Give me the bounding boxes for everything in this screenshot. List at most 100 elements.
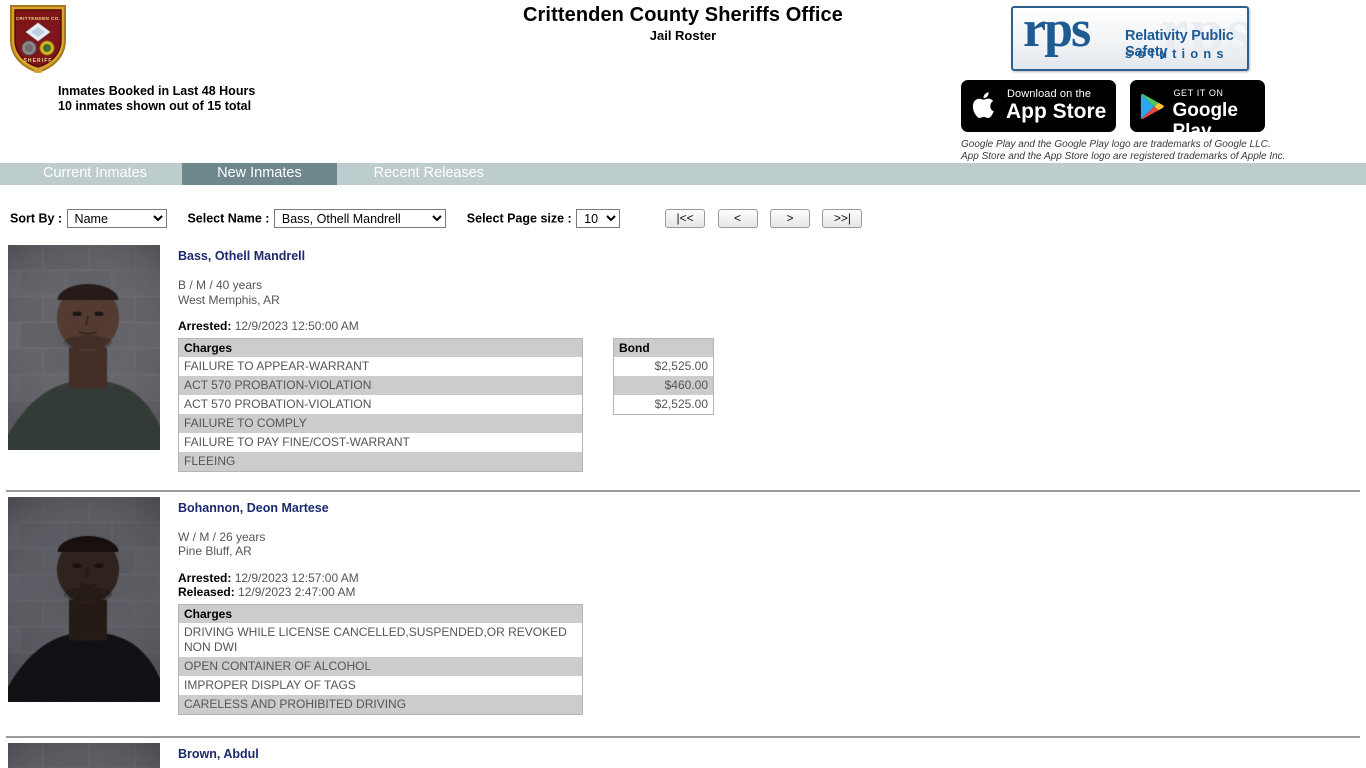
table-row: IMPROPER DISPLAY OF TAGS bbox=[178, 676, 583, 695]
select-name-select[interactable]: Bass, Othell Mandrell bbox=[273, 209, 446, 228]
inmate-city: Pine Bluff, AR bbox=[178, 544, 252, 558]
rps-logo: rps rps Relativity Public Safety solutio… bbox=[1011, 6, 1249, 71]
select-name-label: Select Name : bbox=[187, 211, 270, 226]
pagination-last-button[interactable]: >>| bbox=[822, 209, 863, 228]
table-row: CARELESS AND PROHIBITED DRIVING bbox=[178, 695, 583, 715]
charge-cell: FAILURE TO APPEAR-WARRANT bbox=[178, 357, 583, 376]
charge-cell: ACT 570 PROBATION-VIOLATION bbox=[178, 395, 583, 414]
tab-leading-spacer bbox=[0, 163, 8, 185]
arrested-date: Arrested: 12/9/2023 12:50:00 AM bbox=[178, 319, 359, 333]
inmate-dates: Arrested: 12/9/2023 12:50:00 AM bbox=[178, 319, 1366, 334]
store-badges: Download on the App Store GET IT ON Goog… bbox=[961, 80, 1266, 132]
record-body: Brown, AbdulB / M / 41 years bbox=[178, 743, 1366, 768]
charge-cell: DRIVING WHILE LICENSE CANCELLED,SUSPENDE… bbox=[178, 623, 583, 657]
record-inner: Brown, AbdulB / M / 41 years bbox=[0, 738, 1366, 768]
rps-tagline-secondary: solutions bbox=[1125, 46, 1229, 61]
sort-by-label: Sort By : bbox=[10, 211, 63, 226]
bond-table: Bond $2,525.00 $460.00 $2,525.00 bbox=[613, 337, 714, 415]
table-row: DRIVING WHILE LICENSE CANCELLED,SUSPENDE… bbox=[178, 623, 583, 657]
charges-bond-tables: Charges DRIVING WHILE LICENSE CANCELLED,S… bbox=[178, 603, 1366, 728]
charge-cell: CARELESS AND PROHIBITED DRIVING bbox=[178, 695, 583, 715]
charges-column-header: Charges bbox=[178, 604, 583, 623]
charge-cell: FLEEING bbox=[178, 452, 583, 472]
arrested-date: Arrested: 12/9/2023 12:57:00 AM bbox=[178, 570, 359, 585]
charges-table: Charges FAILURE TO APPEAR-WARRANT ACT 570 … bbox=[178, 337, 583, 472]
pagination-next-button[interactable]: > bbox=[769, 209, 810, 228]
app-store-button[interactable]: Download on the App Store bbox=[961, 80, 1116, 132]
google-play-icon bbox=[1141, 93, 1165, 120]
inmate-list: Bass, Othell Mandrell B / M / 40 years Wes… bbox=[0, 240, 1366, 768]
table-row: FAILURE TO PAY FINE/COST-WARRANT bbox=[178, 433, 583, 452]
pagination-prev-button[interactable]: < bbox=[717, 209, 758, 228]
inmate-demographics: B / M / 40 years West Memphis, AR bbox=[178, 278, 1366, 307]
table-row: FAILURE TO COMPLY bbox=[178, 414, 583, 433]
google-play-line1: GET IT ON bbox=[1173, 88, 1224, 98]
charge-cell: ACT 570 PROBATION-VIOLATION bbox=[178, 376, 583, 395]
booked-period-label: Inmates Booked in Last 48 Hours bbox=[58, 84, 256, 98]
bond-column-header: Bond bbox=[613, 338, 714, 357]
record-inner: Bohannon, Deon Martese W / M / 26 years Pi… bbox=[0, 492, 1366, 736]
sort-by-select[interactable]: Name bbox=[66, 209, 167, 228]
inmate-mugshot bbox=[8, 742, 160, 768]
table-header-row: Bond bbox=[613, 338, 714, 357]
released-date: Released: 12/9/2023 2:47:00 AM bbox=[178, 585, 356, 599]
inmate-mugshot bbox=[8, 496, 160, 702]
table-header-row: Charges bbox=[178, 604, 583, 623]
google-play-line2: Google Play bbox=[1172, 100, 1238, 132]
table-row: $2,525.00 bbox=[613, 395, 714, 415]
svg-text:CRITTENDEN CO.: CRITTENDEN CO. bbox=[16, 16, 61, 21]
inmate-record: Bass, Othell Mandrell B / M / 40 years Wes… bbox=[0, 240, 1366, 490]
controls-bar: Sort By : Name Select Name : Bass, Othel… bbox=[0, 206, 1366, 234]
bond-cell: $2,525.00 bbox=[613, 357, 714, 376]
tab-recent-releases[interactable]: Recent Releases bbox=[341, 163, 516, 185]
inmate-record: Brown, AbdulB / M / 41 years bbox=[0, 735, 1366, 768]
table-row: FLEEING bbox=[178, 452, 583, 472]
inmate-name-link[interactable]: Bohannon, Deon Martese bbox=[178, 500, 329, 516]
pagination-first-button[interactable]: |<< bbox=[665, 209, 706, 228]
record-inner: Bass, Othell Mandrell B / M / 40 years Wes… bbox=[0, 240, 1366, 490]
charges-column-header: Charges bbox=[178, 338, 583, 357]
bond-cell: $460.00 bbox=[613, 376, 714, 395]
table-row: FAILURE TO APPEAR-WARRANT bbox=[178, 357, 583, 376]
page-size-select[interactable]: 10 bbox=[576, 209, 621, 228]
inmate-race-sex-age: B / M / 40 years bbox=[178, 278, 263, 292]
charge-cell: FAILURE TO PAY FINE/COST-WARRANT bbox=[178, 433, 583, 452]
table-row: $2,525.00 bbox=[613, 357, 714, 376]
record-body: Bohannon, Deon Martese W / M / 26 years Pi… bbox=[178, 497, 1366, 728]
tab-new-inmates[interactable]: New Inmates bbox=[181, 163, 337, 185]
inmate-city: West Memphis, AR bbox=[178, 292, 280, 307]
page-size-label: Select Page size : bbox=[466, 211, 572, 226]
trademark-notice: Google Play and the Google Play logo are… bbox=[961, 139, 1285, 162]
charge-cell: OPEN CONTAINER OF ALCOHOL bbox=[178, 657, 583, 676]
table-row: ACT 570 PROBATION-VIOLATION bbox=[178, 395, 583, 414]
table-row: $460.00 bbox=[613, 376, 714, 395]
app-store-line2: App Store bbox=[1006, 100, 1107, 123]
app-store-line1: Download on the bbox=[1007, 88, 1092, 100]
table-header-row: Charges bbox=[178, 338, 583, 357]
charge-cell: IMPROPER DISPLAY OF TAGS bbox=[178, 676, 583, 695]
table-row: OPEN CONTAINER OF ALCOHOL bbox=[178, 657, 583, 676]
inmate-name-link[interactable]: Brown, Abdul bbox=[178, 746, 259, 762]
tab-bar: Current Inmates New Inmates Recent Relea… bbox=[0, 163, 1366, 185]
rps-wordmark: rps bbox=[1023, 6, 1091, 58]
svg-text:SHERIFF: SHERIFF bbox=[23, 58, 52, 64]
charges-bond-tables: Charges FAILURE TO APPEAR-WARRANT ACT 570 … bbox=[178, 337, 1366, 482]
table-row: ACT 570 PROBATION-VIOLATION bbox=[178, 376, 583, 395]
sheriff-badge-icon: CRITTENDEN CO. SHERIFF bbox=[7, 2, 69, 76]
booked-summary: Inmates Booked in Last 48 Hours 10 inmat… bbox=[58, 84, 255, 114]
record-body: Bass, Othell Mandrell B / M / 40 years Wes… bbox=[178, 245, 1366, 482]
trademark-line-apple: App Store and the App Store logo are reg… bbox=[961, 150, 1286, 162]
trademark-line-google: Google Play and the Google Play logo are… bbox=[961, 139, 1271, 150]
charges-table: Charges DRIVING WHILE LICENSE CANCELLED,S… bbox=[178, 603, 583, 715]
charge-cell: FAILURE TO COMPLY bbox=[178, 414, 583, 433]
inmate-dates: Arrested: 12/9/2023 12:57:00 AM Released:… bbox=[178, 571, 1366, 600]
inmate-demographics: W / M / 26 years Pine Bluff, AR bbox=[178, 530, 1366, 559]
apple-icon bbox=[972, 92, 994, 119]
inmate-race-sex-age: W / M / 26 years bbox=[178, 529, 266, 544]
bond-cell: $2,525.00 bbox=[613, 395, 714, 415]
google-play-button[interactable]: GET IT ON Google Play bbox=[1130, 80, 1266, 132]
booked-count-label: 10 inmates shown out of 15 total bbox=[58, 99, 252, 113]
inmate-name-link[interactable]: Bass, Othell Mandrell bbox=[178, 248, 305, 264]
tab-current-inmates[interactable]: Current Inmates bbox=[12, 163, 177, 185]
inmate-record: Bohannon, Deon Martese W / M / 26 years Pi… bbox=[0, 489, 1366, 736]
